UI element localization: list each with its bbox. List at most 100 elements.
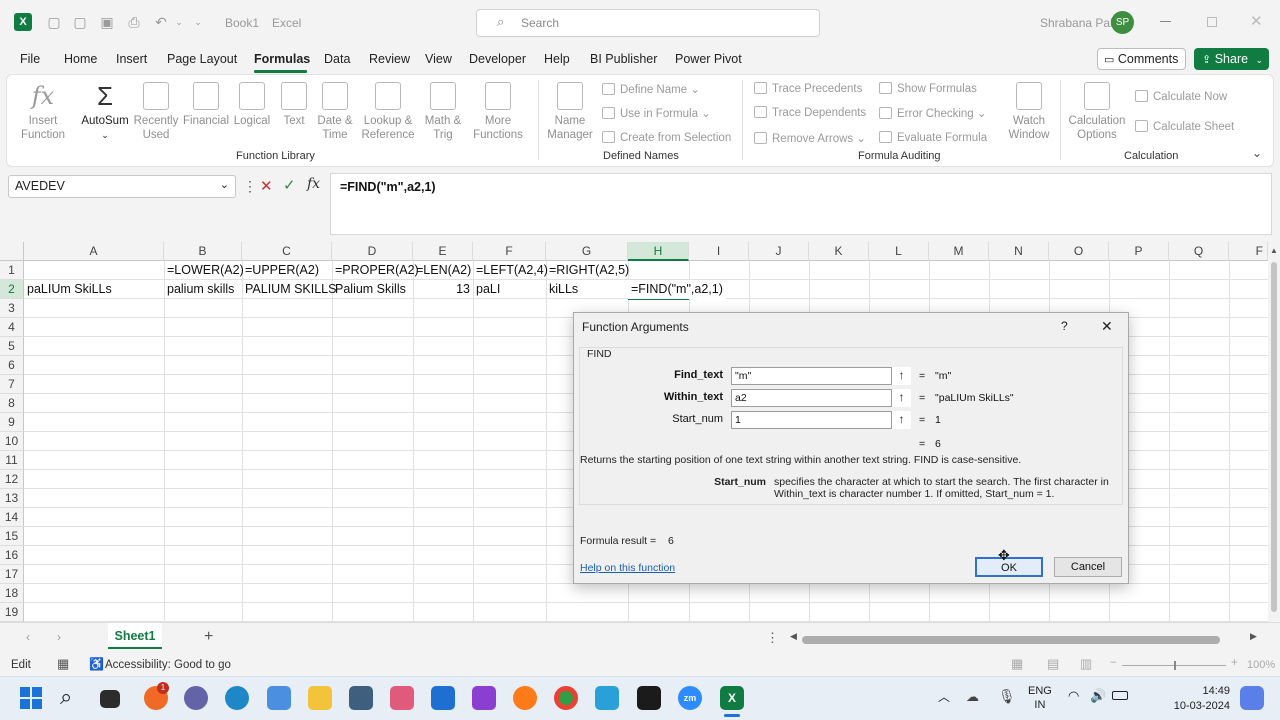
tab-view[interactable]: View	[425, 52, 452, 66]
row-header[interactable]: 2	[0, 280, 24, 299]
find-text-input[interactable]: "m"	[731, 367, 911, 385]
mail-icon[interactable]	[431, 686, 455, 710]
row-header[interactable]: 6	[0, 356, 24, 375]
column-header-f[interactable]: F	[473, 242, 546, 261]
row-header[interactable]: 8	[0, 394, 24, 413]
help-link[interactable]: Help on this function	[580, 562, 675, 574]
tab-power-pivot[interactable]: Power Pivot	[675, 52, 742, 66]
more-options-icon[interactable]: ⋮	[766, 630, 779, 646]
row-header[interactable]: 18	[0, 584, 24, 603]
row-header[interactable]: 12	[0, 470, 24, 489]
cell-f1[interactable]: =LEFT(A2,4)	[473, 261, 551, 280]
cell-e2[interactable]: 13	[413, 280, 473, 299]
windows-start-icon[interactable]	[20, 687, 42, 709]
column-header-i[interactable]: I	[689, 242, 749, 261]
more-options-icon[interactable]: ⋮	[243, 178, 257, 195]
zoom-in-icon[interactable]: +	[1231, 657, 1238, 669]
use-in-formula-button[interactable]: Use in Formula ⌄	[602, 106, 711, 120]
insert-function-button[interactable]: fx Insert Function	[18, 82, 68, 142]
tab-help[interactable]: Help	[544, 52, 570, 66]
recently-used-button[interactable]: Recently Used	[133, 82, 179, 142]
edge-icon[interactable]	[225, 686, 249, 710]
confirm-entry-icon[interactable]: ✓	[283, 176, 296, 194]
column-header-l[interactable]: L	[869, 242, 929, 261]
onedrive-icon[interactable]: ☁	[966, 689, 979, 705]
row-header[interactable]: 10	[0, 432, 24, 451]
vertical-scrollbar[interactable]: ▲	[1268, 242, 1280, 622]
customize-qat-icon[interactable]: ⌄	[188, 12, 208, 32]
row-header[interactable]: 9	[0, 413, 24, 432]
column-header-o[interactable]: O	[1049, 242, 1109, 261]
microphone-icon[interactable]: 🎙	[998, 688, 1016, 705]
excel-taskbar-icon[interactable]: X	[720, 686, 744, 710]
formula-input[interactable]: =FIND("m",a2,1)	[330, 173, 1272, 235]
tab-bi-publisher[interactable]: BI Publisher	[590, 52, 657, 66]
tab-developer[interactable]: Developer	[469, 52, 526, 66]
row-header[interactable]: 16	[0, 546, 24, 565]
row-header[interactable]: 4	[0, 318, 24, 337]
collapse-dialog-arrow-icon[interactable]: ↑	[891, 367, 911, 385]
column-header-m[interactable]: M	[929, 242, 989, 261]
chevron-right-icon[interactable]: ›	[57, 630, 61, 644]
task-view-icon[interactable]	[100, 690, 120, 708]
column-header-c[interactable]: C	[242, 242, 332, 261]
tab-insert[interactable]: Insert	[116, 52, 147, 66]
zoom-slider[interactable]	[1122, 661, 1226, 670]
column-header-k[interactable]: K	[809, 242, 869, 261]
tab-file[interactable]: File	[20, 52, 40, 66]
open-file-icon[interactable]: ▢	[70, 12, 90, 32]
cell-g2[interactable]: kiLLs	[546, 280, 581, 299]
row-header[interactable]: 7	[0, 375, 24, 394]
tab-home[interactable]: Home	[64, 52, 97, 66]
zoom-level[interactable]: 100%	[1247, 659, 1275, 671]
calculate-sheet-button[interactable]: Calculate Sheet	[1135, 120, 1234, 133]
column-header-j[interactable]: J	[749, 242, 809, 261]
snipping-tool-icon[interactable]	[390, 686, 414, 710]
trace-precedents-button[interactable]: Trace Precedents	[754, 82, 862, 95]
math-trig-button[interactable]: Math & Trig	[420, 82, 466, 142]
row-header[interactable]: 17	[0, 565, 24, 584]
accessibility-status[interactable]: Accessibility: Good to go	[105, 659, 231, 671]
page-break-view-icon[interactable]: ▥	[1080, 656, 1092, 672]
cell-c1[interactable]: =UPPER(A2)	[242, 261, 322, 280]
column-header-e[interactable]: E	[413, 242, 473, 261]
collapse-dialog-arrow-icon[interactable]: ↑	[891, 389, 911, 407]
cell-d1[interactable]: =PROPER(A2)	[332, 261, 422, 280]
macro-record-icon[interactable]: ▦	[57, 656, 69, 672]
settings-app-icon[interactable]	[595, 686, 619, 710]
column-header-q[interactable]: Q	[1169, 242, 1229, 261]
zoom-out-icon[interactable]: −	[1110, 657, 1117, 669]
column-header-a[interactable]: A	[24, 242, 164, 261]
cell-d2[interactable]: Palium Skills	[332, 280, 409, 299]
row-header[interactable]: 11	[0, 451, 24, 470]
scroll-up-icon[interactable]: ▲	[1270, 246, 1278, 255]
select-all-corner[interactable]	[0, 242, 24, 261]
undo-icon[interactable]: ↶	[151, 12, 171, 32]
column-header-d[interactable]: D	[332, 242, 413, 261]
create-from-selection-button[interactable]: Create from Selection	[602, 131, 731, 144]
close-window-icon[interactable]: ✕	[1250, 12, 1263, 30]
cell-e1[interactable]: =LEN(A2)	[413, 261, 474, 280]
financial-button[interactable]: Financial	[181, 82, 231, 128]
column-header-b[interactable]: B	[164, 242, 242, 261]
comments-button[interactable]: ▭ Comments	[1097, 48, 1186, 70]
webex-icon[interactable]	[637, 686, 661, 710]
name-manager-button[interactable]: Name Manager	[546, 82, 594, 142]
insert-function-fx-icon[interactable]: fx	[307, 176, 320, 192]
sheet-tab-sheet1[interactable]: Sheet1	[108, 623, 162, 649]
horizontal-scroll-thumb[interactable]	[802, 636, 1220, 644]
tab-formulas[interactable]: Formulas	[254, 52, 310, 66]
cell-a2[interactable]: paLIUm SkiLLs	[24, 280, 115, 299]
row-header[interactable]: 15	[0, 527, 24, 546]
copilot-icon[interactable]	[1240, 686, 1264, 710]
share-button[interactable]: ⇪ Share ⌄	[1194, 48, 1269, 70]
cell-c2[interactable]: PALIUM SKILLS	[242, 280, 339, 299]
notepad-icon[interactable]	[267, 686, 291, 710]
zoom-icon[interactable]: zm	[678, 686, 702, 710]
within-text-input[interactable]: a2	[731, 389, 911, 407]
cell-b1[interactable]: =LOWER(A2)	[164, 261, 247, 280]
new-file-icon[interactable]: ▢	[44, 12, 64, 32]
undo-dropdown-icon[interactable]: ⌄	[169, 12, 189, 32]
column-header-h[interactable]: H	[628, 242, 689, 261]
zoom-slider-thumb[interactable]	[1174, 661, 1176, 670]
